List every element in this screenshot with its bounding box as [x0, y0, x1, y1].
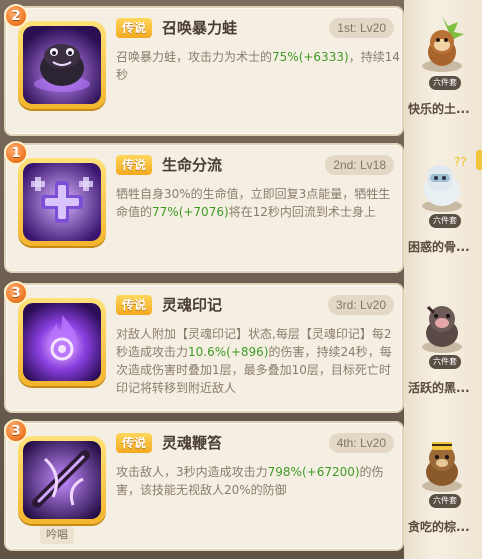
skill-level-badge: 3 [4, 419, 28, 443]
soul-lash-icon [23, 441, 101, 519]
greedy-bear-icon [422, 442, 462, 492]
skill-level-badge: 2 [4, 4, 28, 28]
happy-monkey-icon [422, 16, 464, 72]
pet-name: 贪吃的棕... [408, 520, 470, 534]
skill-card-3[interactable]: 3 传说 灵魂印记 3rd: Lv20 对敌人附加【灵魂印记】状态,每层【灵魂印… [4, 281, 404, 413]
svg-text:??: ?? [454, 155, 467, 169]
skill-icon-frame[interactable] [18, 21, 106, 109]
skill-rank-pill: 2nd: Lv18 [325, 155, 394, 175]
pet-slot-2[interactable]: ?? 六件套 困惑的骨... [406, 146, 480, 270]
skill-icon-frame[interactable] [18, 298, 106, 386]
life-tap-icon [23, 163, 101, 241]
skill-name: 灵魂印记 [162, 296, 223, 314]
skill-description: 召唤暴力蛙，攻击力为术士的75%(+6333)，持续14秒 [116, 50, 400, 82]
skill-level-badge: 3 [4, 281, 28, 305]
pet-slot-3[interactable]: 六件套 活跃的黑... [406, 287, 480, 411]
pet-name: 活跃的黑... [408, 381, 470, 395]
pet-set-badge: 六件套 [429, 494, 461, 508]
skill-icon-frame[interactable] [18, 436, 106, 524]
skill-card-4[interactable]: 3 吟唱 传说 灵魂鞭笞 4th: Lv20 攻击敌人，3秒内造成攻击力798%… [4, 419, 404, 551]
rarity-tag: 传说 [116, 433, 153, 453]
soul-mark-icon [23, 303, 101, 381]
skill-description: 对敌人附加【灵魂印记】状态,每层【灵魂印记】每2秒造成攻击力10.6%(+896… [116, 327, 392, 395]
pet-set-badge: 六件套 [429, 214, 461, 228]
pet-name: 快乐的土... [408, 102, 470, 116]
skill-name: 召唤暴力蛙 [162, 19, 238, 37]
chant-label: 吟唱 [40, 526, 74, 544]
pet-name: 困惑的骨... [408, 240, 470, 254]
skill-description: 攻击敌人，3秒内造成攻击力798%(+67200)的伤害，该技能无视敌人20%的… [116, 465, 384, 497]
active-boar-icon [422, 305, 462, 353]
skill-level-badge: 1 [4, 141, 28, 165]
rarity-tag: 传说 [116, 18, 153, 38]
side-tab-handle[interactable] [476, 150, 482, 170]
pet-slot-4[interactable]: 六件套 贪吃的棕... [406, 426, 480, 550]
confused-yeti-icon: ?? [422, 155, 467, 212]
skill-card-1[interactable]: 2 传说 召唤暴力蛙 1st: Lv20 召唤暴力蛙，攻击力为术士的75%(+6… [4, 4, 404, 136]
skill-name: 灵魂鞭笞 [162, 434, 223, 452]
pet-set-badge: 六件套 [429, 355, 461, 369]
skill-icon-frame[interactable] [18, 158, 106, 246]
pet-set-badge: 六件套 [429, 76, 461, 90]
skill-rank-pill: 4th: Lv20 [328, 433, 394, 453]
violent-frog-icon [23, 26, 101, 104]
skill-rank-pill: 3rd: Lv20 [327, 295, 394, 315]
skill-rank-pill: 1st: Lv20 [329, 18, 394, 38]
skill-card-2[interactable]: 1 传说 生命分流 2nd: Lv18 牺牲自身30%的生命值，立即回复3点能量… [4, 141, 404, 273]
skill-name: 生命分流 [162, 156, 223, 174]
rarity-tag: 传说 [116, 295, 153, 315]
pet-slot-1[interactable]: 六件套 快乐的土... [406, 8, 480, 132]
rarity-tag: 传说 [116, 155, 153, 175]
skill-description: 牺牲自身30%的生命值，立即回复3点能量，牺牲生命值的77%(+7076)将在1… [116, 187, 391, 219]
